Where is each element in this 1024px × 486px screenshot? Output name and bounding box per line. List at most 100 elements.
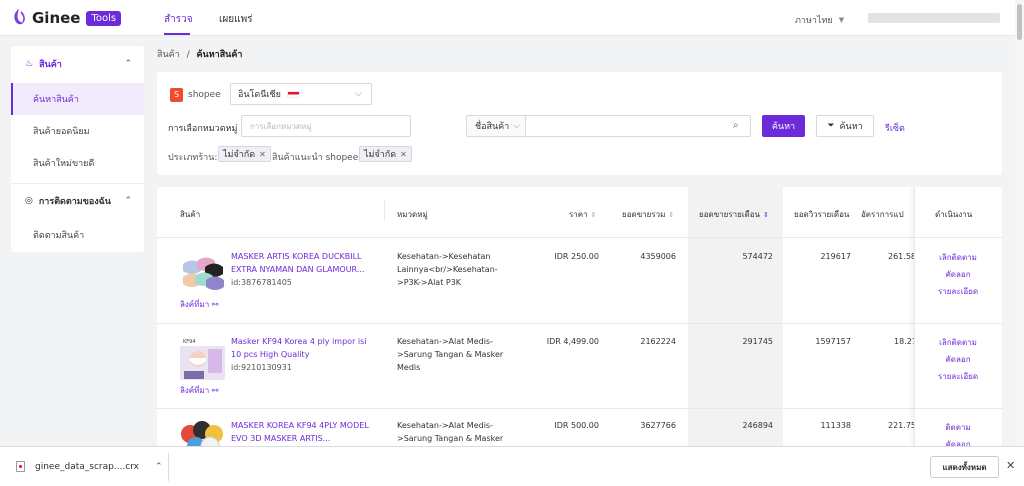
category-cell: Kesehatan->Alat Medis->Sarung Tangan & M… xyxy=(397,337,504,372)
tab-explore[interactable]: สำรวจ xyxy=(164,12,193,27)
header-conversion: อัตราการแป xyxy=(861,210,904,219)
source-link-label: ลิงค์ที่มา xyxy=(180,300,210,309)
sidebar-item-label: ค้นหาสินค้า xyxy=(33,95,79,105)
header-price[interactable]: ราคา ⇕ xyxy=(569,208,597,221)
header-total-sales[interactable]: ยอดขายรวม ⇕ xyxy=(622,208,674,221)
sidebar-item-new-bestsellers[interactable]: สินค้าใหม่ขายดี xyxy=(11,147,144,179)
sidebar-item-label: สินค้ายอดนิยม xyxy=(33,127,90,137)
source-link[interactable]: ลิงค์ที่มา ⚯ xyxy=(180,384,218,397)
shop-type-tag[interactable]: ไม่จำกัด ✕ xyxy=(218,146,271,162)
product-thumbnail[interactable] xyxy=(180,252,225,297)
filter-button[interactable]: ⏷ ค้นหา xyxy=(816,115,874,137)
active-tab-indicator xyxy=(164,33,190,35)
row-divider xyxy=(914,323,1002,324)
price-cell: IDR 500.00 xyxy=(554,421,599,430)
sidebar-group-my-tracking[interactable]: ◎ การติดตามของฉัน ⌃ xyxy=(11,183,144,219)
follow-link[interactable]: ติดตาม xyxy=(914,419,1002,436)
product-name-link[interactable]: MASKER KOREA KF94 4PLY MODEL EVO 3D MASK… xyxy=(231,419,377,445)
header-category: หมวดหมู่ xyxy=(397,210,428,219)
total-sales-cell: 2162224 xyxy=(640,337,676,346)
row-actions: เลิกติดตาม คัดลอก รายละเอียด xyxy=(914,334,1002,385)
monthly-sales-cell: 574472 xyxy=(742,252,773,261)
details-link[interactable]: รายละเอียด xyxy=(914,283,1002,300)
sidebar-group-products[interactable]: ♨ สินค้า ⌃ xyxy=(11,46,144,82)
sort-icon[interactable]: ⇕ xyxy=(668,211,674,219)
chevron-down-icon: ▼ xyxy=(838,16,845,24)
header-product: สินค้า xyxy=(180,210,201,219)
row-divider xyxy=(914,408,1002,409)
chevron-up-icon: ⌃ xyxy=(124,196,132,206)
product-search-input[interactable] xyxy=(525,115,751,137)
product-table: สินค้า หมวดหมู่ ราคา ⇕ ยอดขายรวม ⇕ ยอดขายร… xyxy=(157,187,1002,446)
tab-publish[interactable]: เผยแพร่ xyxy=(219,12,253,27)
copy-link[interactable]: คัดลอก xyxy=(914,436,1002,446)
sort-desc-icon[interactable]: ⇕ xyxy=(763,211,769,219)
row-divider xyxy=(157,323,1002,324)
breadcrumb-current: ค้นหาสินค้า xyxy=(196,50,243,60)
row-divider xyxy=(914,237,1002,238)
tools-badge: Tools xyxy=(86,10,122,26)
reset-link[interactable]: รีเซ็ต xyxy=(885,121,905,135)
search-icon[interactable]: ⌕ xyxy=(733,120,739,131)
copy-link[interactable]: คัดลอก xyxy=(914,351,1002,368)
search-button[interactable]: ค้นหา xyxy=(762,115,805,137)
product-name-link[interactable]: MASKER ARTIS KOREA DUCKBILL EXTRA NYAMAN… xyxy=(231,250,377,276)
scrollbar-thumb[interactable] xyxy=(1017,4,1022,40)
show-all-button[interactable]: แสดงทั้งหมด xyxy=(930,456,999,478)
download-filename: ginee_data_scrap....crx xyxy=(35,461,140,472)
header-label: ยอดขายรวม xyxy=(622,210,666,219)
language-selector[interactable]: ภาษาไทย ▼ xyxy=(795,13,844,27)
row-divider xyxy=(157,408,1002,409)
link-icon: ⚯ xyxy=(209,300,219,309)
monthly-sales-cell: 246894 xyxy=(742,421,773,430)
header-divider xyxy=(157,237,1002,238)
source-link[interactable]: ลิงค์ที่มา ⚯ xyxy=(180,298,218,311)
header-actions: ดำเนินงาน xyxy=(935,210,973,219)
product-name-link[interactable]: Masker KF94 Korea 4 ply impor isi 10 pcs… xyxy=(231,335,377,361)
top-bar: Ginee Tools สำรวจ เผยแพร่ ภาษาไทย ▼ xyxy=(0,0,1024,36)
category-cell: Kesehatan->Kesehatan Lainnya<br/>Kesehat… xyxy=(397,252,498,287)
close-icon[interactable]: ✕ xyxy=(400,150,407,159)
filter-button-label: ค้นหา xyxy=(839,122,863,132)
copy-link[interactable]: คัดลอก xyxy=(914,266,1002,283)
sidebar-item-popular[interactable]: สินค้ายอดนิยม xyxy=(11,115,144,147)
category-input[interactable] xyxy=(241,115,411,137)
sidebar-item-track-products[interactable]: ติดตามสินค้า xyxy=(11,219,144,251)
details-link[interactable]: รายละเอียด xyxy=(914,368,1002,385)
unfollow-link[interactable]: เลิกติดตาม xyxy=(914,334,1002,351)
unfollow-link[interactable]: เลิกติดตาม xyxy=(914,249,1002,266)
user-account[interactable] xyxy=(868,13,1000,23)
logo[interactable]: Ginee Tools xyxy=(10,8,122,28)
divider xyxy=(168,453,169,481)
brand-name: Ginee xyxy=(32,9,81,27)
recommended-label: สินค้าแนะนำ shopee: xyxy=(272,153,362,163)
header-monthly-sales[interactable]: ยอดขายรายเดือน ⇕ xyxy=(699,208,769,221)
close-icon[interactable]: ✕ xyxy=(1006,459,1015,472)
file-icon xyxy=(16,461,25,472)
monthly-views-cell: 111338 xyxy=(820,421,851,430)
sidebar-item-search-products[interactable]: ค้นหาสินค้า xyxy=(11,83,144,115)
sort-icon[interactable]: ⇕ xyxy=(591,211,597,219)
search-type-select[interactable]: ชื่อสินค้า ⌵ xyxy=(466,115,526,137)
category-cell: Kesehatan->Alat Medis->Sarung Tangan & M… xyxy=(397,421,504,443)
sidebar-group-label: สินค้า xyxy=(39,60,62,70)
download-item[interactable]: ginee_data_scrap....crx ⌃ xyxy=(16,461,163,472)
chevron-up-icon[interactable]: ⌃ xyxy=(155,462,163,472)
row-actions: เลิกติดตาม คัดลอก รายละเอียด xyxy=(914,249,1002,300)
sidebar-item-label: สินค้าใหม่ขายดี xyxy=(33,159,95,169)
total-sales-cell: 4359006 xyxy=(640,252,676,261)
recommended-tag[interactable]: ไม่จำกัด ✕ xyxy=(359,146,412,162)
product-icon: ♨ xyxy=(25,59,34,69)
close-icon[interactable]: ✕ xyxy=(259,150,266,159)
product-thumbnail[interactable]: KF94 xyxy=(180,335,225,380)
product-id: id:3876781405 xyxy=(231,278,292,287)
monthly-sales-cell: 291745 xyxy=(742,337,773,346)
header-label: ราคา xyxy=(569,210,588,219)
sidebar: ♨ สินค้า ⌃ ค้นหาสินค้า สินค้ายอดนิยม สิน… xyxy=(11,46,144,252)
country-select[interactable]: อินโดนีเซีย ⌵ xyxy=(230,83,372,105)
product-thumbnail[interactable] xyxy=(180,420,225,446)
price-cell: IDR 250.00 xyxy=(554,252,599,261)
ginee-logo-icon xyxy=(14,9,25,25)
breadcrumb-root[interactable]: สินค้า xyxy=(157,50,180,60)
page-scrollbar[interactable] xyxy=(1015,0,1024,446)
